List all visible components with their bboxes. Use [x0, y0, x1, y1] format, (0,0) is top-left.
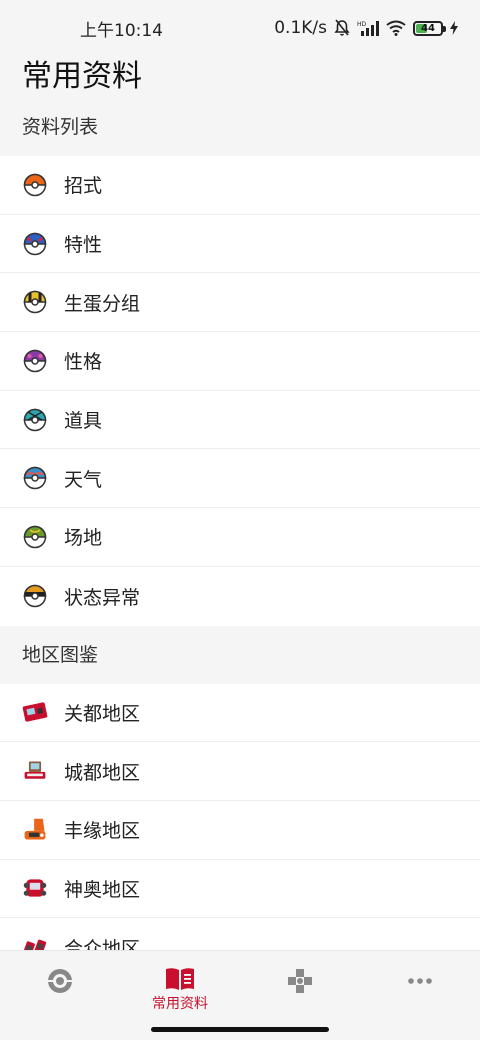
page-title: 常用资料: [22, 59, 142, 94]
list-item-label: 天气: [64, 468, 103, 491]
pokeball-icon: [48, 969, 72, 993]
section-header-regional-pokedex: 地区图鉴: [22, 643, 99, 666]
tab-more[interactable]: [360, 967, 480, 1040]
list-item-label: 招式: [64, 175, 103, 198]
list-item-johto[interactable]: 城都地区: [0, 742, 480, 801]
status-bar: 上午10:14 0.1K/s HD 44: [0, 0, 480, 56]
hoenn-pokedex-icon: [22, 817, 48, 843]
list-item-items[interactable]: 道具: [0, 390, 480, 450]
gamepad-icon: [288, 969, 312, 993]
list-item-sinnoh[interactable]: 神奥地区: [0, 859, 480, 919]
section-header-data-list: 资料列表: [22, 116, 99, 138]
sinnoh-pokedex-icon: [22, 875, 48, 901]
list-item-hoenn[interactable]: 丰缘地区: [0, 800, 480, 860]
net-ball-icon: [22, 407, 48, 433]
signal-icon: HD: [357, 21, 379, 36]
list-item-natures[interactable]: 性格: [0, 332, 480, 391]
friend-ball-icon: [22, 524, 48, 550]
kanto-pokedex-icon: [22, 699, 48, 725]
data-list: 招式 特性 生蛋分组 性格 道具 天气 场地 状态异常: [0, 156, 480, 626]
svg-text:HD: HD: [357, 21, 367, 28]
home-indicator[interactable]: [151, 1027, 329, 1032]
list-item-label: 神奥地区: [64, 878, 141, 901]
tab-label: 常用资料: [152, 996, 208, 1012]
dive-ball-icon: [22, 465, 48, 491]
charging-icon: [450, 21, 458, 35]
list-item-moves[interactable]: 招式: [0, 156, 480, 215]
list-item-kanto[interactable]: 关都地区: [0, 683, 480, 743]
list-item-terrain[interactable]: 场地: [0, 508, 480, 567]
status-time: 上午10:14: [80, 20, 163, 41]
battery-level: 44: [421, 22, 435, 34]
list-item-label: 状态异常: [64, 586, 141, 609]
book-icon: [166, 968, 194, 990]
list-item-weather[interactable]: 天气: [0, 449, 480, 509]
orange-pokeball-icon: [22, 172, 48, 198]
list-item-label: 性格: [64, 351, 103, 374]
list-item-label: 关都地区: [64, 702, 141, 725]
johto-pokedex-icon: [22, 758, 48, 784]
master-ball-icon: [22, 348, 48, 374]
mute-bell-icon: [334, 19, 350, 36]
more-icon: [408, 978, 432, 984]
tab-pokemon[interactable]: [0, 967, 120, 1040]
status-icons: 0.1K/s HD 44: [274, 18, 458, 38]
list-item-label: 场地: [64, 527, 103, 550]
list-item-label: 生蛋分组: [64, 292, 141, 315]
ultra-ball-icon: [22, 289, 48, 315]
level-ball-icon: [22, 583, 48, 609]
great-ball-icon: [22, 231, 48, 257]
list-item-label: 特性: [64, 234, 103, 257]
list-item-abilities[interactable]: 特性: [0, 214, 480, 274]
list-item-egg-groups[interactable]: 生蛋分组: [0, 273, 480, 333]
network-speed: 0.1K/s: [274, 18, 327, 38]
list-item-label: 道具: [64, 410, 103, 433]
battery-icon: 44: [413, 20, 446, 36]
regional-pokedex-list: 关都地区 城都地区 丰缘地区 神奥地区 合众地区: [0, 683, 480, 987]
list-item-status-conditions[interactable]: 状态异常: [0, 566, 480, 626]
list-item-label: 城都地区: [64, 761, 141, 784]
wifi-icon: [386, 20, 406, 36]
list-item-label: 丰缘地区: [64, 820, 141, 843]
